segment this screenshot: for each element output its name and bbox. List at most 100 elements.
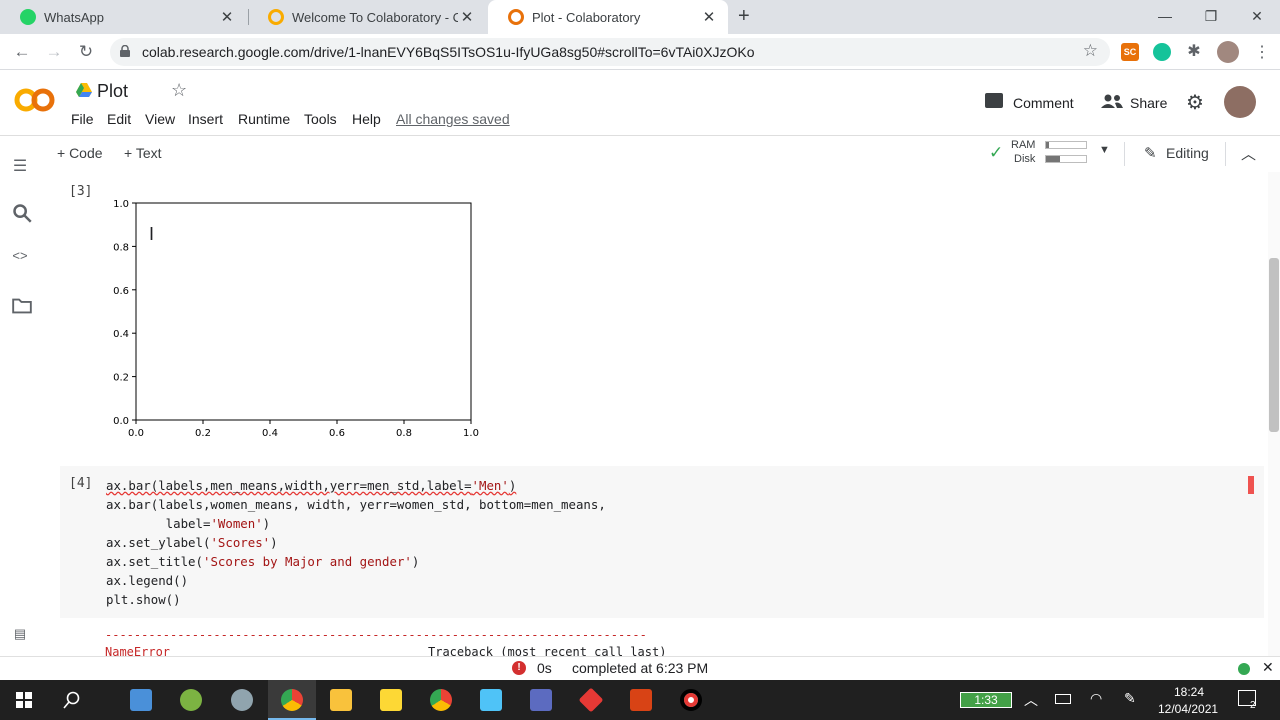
close-status-icon[interactable]: ✕ [1262, 659, 1274, 676]
search-icon[interactable] [12, 203, 32, 223]
grammarly-icon[interactable] [1153, 43, 1171, 61]
code-text: plt.show() [106, 592, 181, 607]
calculator-icon[interactable] [130, 689, 152, 711]
tab-plot-colab[interactable]: Plot - Colaboratory ✕ [488, 0, 728, 34]
connection-status-dot [1238, 663, 1250, 675]
lock-icon [120, 45, 130, 57]
terminal-icon[interactable]: ▤ [10, 626, 30, 646]
tab-welcome-colab[interactable]: Welcome To Colaboratory - Colab ✕ [248, 0, 486, 34]
add-text-button[interactable]: + Text [124, 145, 162, 161]
resources-dropdown-icon[interactable]: ▼ [1099, 144, 1110, 156]
forward-icon[interactable]: → [42, 40, 66, 64]
folder-icon[interactable] [12, 296, 32, 316]
reload-icon[interactable]: ↻ [74, 40, 98, 64]
profile-avatar[interactable] [1217, 41, 1239, 63]
y-tick-label: 0.4 [113, 329, 129, 340]
menu-tools[interactable]: Tools [304, 111, 337, 127]
close-tab-icon[interactable]: ✕ [458, 8, 476, 26]
wifi-icon[interactable]: ◠ [1090, 690, 1102, 707]
colab-logo[interactable] [14, 86, 56, 114]
back-icon[interactable]: ← [10, 40, 34, 64]
comment-button[interactable]: Comment [1013, 95, 1074, 111]
sticky-notes-icon[interactable] [380, 689, 402, 711]
code-text: ) [270, 535, 278, 550]
chrome-profile-icon[interactable] [430, 689, 452, 711]
restore-icon[interactable]: ❐ [1188, 4, 1234, 28]
code-text: ) [508, 478, 517, 493]
ram-meter[interactable] [1045, 141, 1087, 149]
code-cell[interactable]: [4] ax.bar(labels,men_means,width,yerr=m… [60, 466, 1264, 618]
scrollbar-thumb[interactable] [1269, 258, 1279, 432]
windows-start-icon[interactable] [16, 692, 32, 708]
tab-whatsapp[interactable]: WhatsApp ✕ [0, 0, 246, 34]
clock-date[interactable]: 12/04/2021 [1158, 702, 1218, 716]
file-explorer-icon[interactable] [330, 689, 352, 711]
snipping-tool-icon[interactable] [231, 689, 253, 711]
completion-status[interactable]: completed at 6:23 PM [572, 660, 708, 676]
y-tick-label: 1.0 [113, 199, 129, 210]
gear-icon[interactable]: ⚙ [1186, 90, 1204, 115]
paint-icon[interactable] [180, 689, 202, 711]
browser-menu-icon[interactable]: ⋮ [1254, 42, 1270, 62]
share-people-icon [1101, 94, 1123, 108]
close-tab-icon[interactable]: ✕ [218, 8, 236, 26]
powerpoint-icon[interactable] [630, 689, 652, 711]
app-icon[interactable] [480, 689, 502, 711]
text-cursor-icon: I [149, 224, 155, 244]
url-text: colab.research.google.com/drive/1-lnanEV… [142, 44, 755, 60]
battery-icon[interactable] [1055, 694, 1071, 704]
empty-plot-figure: 0.0 0.2 0.4 0.6 0.8 1.0 0.0 0.2 0.4 0.6 0.8 1.0 [113, 199, 479, 439]
taskbar-search-icon[interactable] [63, 691, 81, 709]
extensions-puzzle-icon[interactable]: ✱ [1185, 43, 1203, 61]
notebook-toolbar: + Code + Text ✓ RAM Disk ▼ ✎ Editing ︿ [0, 136, 1280, 172]
tab-label: Welcome To Colaboratory - Colab [292, 9, 458, 25]
code-snippets-icon[interactable]: <> [10, 248, 30, 268]
address-bar[interactable]: colab.research.google.com/drive/1-lnanEV… [110, 38, 1110, 66]
clock-time[interactable]: 18:24 [1174, 685, 1204, 699]
editing-mode-button[interactable]: Editing [1166, 145, 1209, 161]
extension-sc-icon[interactable]: SC [1121, 43, 1139, 61]
disk-meter[interactable] [1045, 155, 1087, 163]
minimize-icon[interactable]: — [1142, 4, 1188, 28]
tray-chevron-icon[interactable]: ︿ [1024, 690, 1038, 710]
drive-icon [76, 83, 92, 97]
comment-icon [985, 93, 1003, 108]
share-button[interactable]: Share [1130, 95, 1167, 111]
menu-help[interactable]: Help [352, 111, 381, 127]
colab-header: Plot ☆ File Edit View Insert Runtime Too… [0, 70, 1280, 136]
x-tick-label: 0.0 [128, 428, 144, 439]
close-tab-icon[interactable]: ✕ [700, 8, 718, 26]
menu-runtime[interactable]: Runtime [238, 111, 290, 127]
code-text: ax.set_title( [106, 554, 203, 569]
battery-time-badge[interactable]: 1:33 [960, 692, 1012, 708]
traceback-rule: ----------------------------------------… [105, 628, 647, 642]
menu-view[interactable]: View [145, 111, 175, 127]
execution-duration: 0s [537, 660, 552, 676]
pencil-icon: ✎ [1144, 145, 1157, 162]
code-string: 'Scores by Major and gender' [202, 554, 412, 569]
x-tick-label: 0.2 [195, 428, 211, 439]
menu-edit[interactable]: Edit [107, 111, 131, 127]
star-icon[interactable]: ☆ [171, 80, 187, 101]
left-sidebar: ☰ <> ▤ [0, 136, 40, 656]
user-avatar[interactable] [1224, 86, 1256, 118]
roblox-icon[interactable] [578, 687, 604, 713]
collapse-chevron-icon[interactable]: ︿ [1241, 143, 1256, 164]
screen-recorder-icon[interactable] [680, 689, 702, 711]
window-close-icon[interactable]: ✕ [1234, 4, 1280, 28]
x-tick-label: 0.8 [396, 428, 412, 439]
new-tab-icon[interactable]: + [738, 5, 750, 28]
pen-icon[interactable]: ✎ [1124, 690, 1136, 707]
bookmark-star-icon[interactable]: ☆ [1083, 41, 1098, 61]
monitor-app-icon[interactable] [530, 689, 552, 711]
tab-label: Plot - Colaboratory [532, 9, 641, 25]
add-code-button[interactable]: + Code [57, 145, 103, 161]
save-status-link[interactable]: All changes saved [396, 111, 510, 127]
table-of-contents-icon[interactable]: ☰ [10, 156, 30, 176]
notebook-title[interactable]: Plot [97, 81, 128, 102]
menu-insert[interactable]: Insert [188, 111, 223, 127]
chrome-active-slot[interactable] [268, 680, 316, 720]
menu-file[interactable]: File [71, 111, 94, 127]
code-line: ax.bar(labels,women_means, width, yerr=w… [106, 497, 606, 512]
traceback-label: Traceback (most recent call last) [428, 645, 667, 656]
